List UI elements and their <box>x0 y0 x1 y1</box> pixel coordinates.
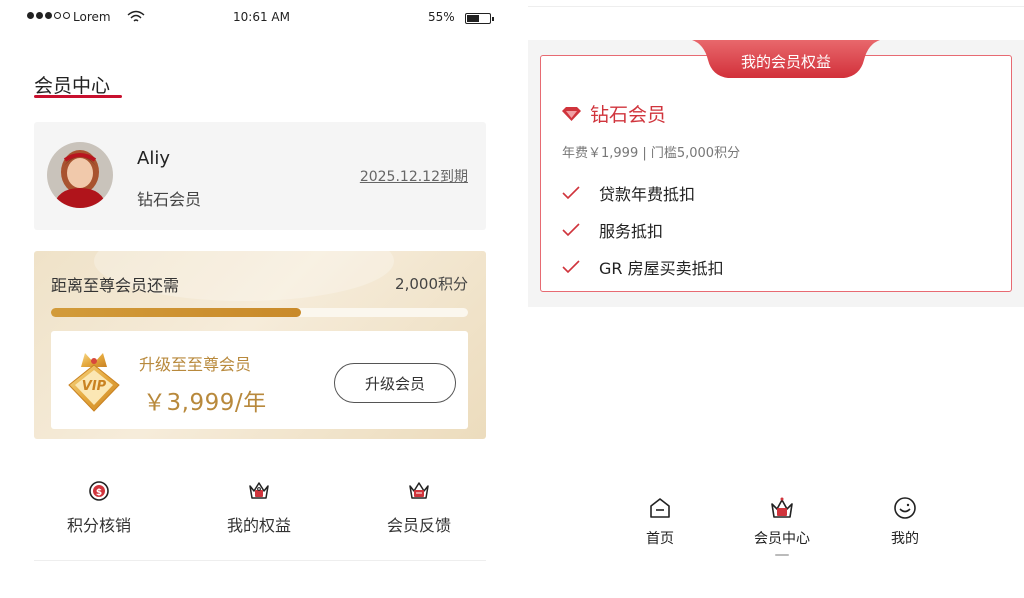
benefit-level: 钻石会员 <box>561 100 666 127</box>
tab-mine[interactable]: 我的 <box>865 495 945 548</box>
benefits-panel: 我的会员权益 钻石会员 年费￥1,999 | 门槛5,000积分 贷款年费抵扣 … <box>528 40 1024 307</box>
avatar[interactable] <box>47 142 113 208</box>
home-icon <box>650 498 670 518</box>
list-item: GR 房屋买卖抵扣 <box>562 248 724 285</box>
upgrade-title: 升级至至尊会员 <box>139 355 252 374</box>
upgrade-offer: VIP 升级至至尊会员 ￥3,999/年 升级会员 <box>51 331 468 429</box>
points-needed: 2,000积分 <box>395 275 468 293</box>
title-underline <box>34 95 122 98</box>
bottom-tab-bar: 首页 会员中心 我的 <box>620 495 950 565</box>
member-center-screen: Lorem 10:61 AM 55% 会员中心 Aliy 钻石会员 2025.1… <box>0 0 512 598</box>
upgrade-card: 距离至尊会员还需 2,000积分 VIP 升级至至尊会员 ￥3,999/年 升级… <box>34 251 486 439</box>
diamond-icon <box>562 106 581 121</box>
signal-strength-icon <box>27 12 70 19</box>
benefit-level-label: 钻石会员 <box>590 104 667 126</box>
upgrade-price: ￥3,999/年 <box>143 390 267 416</box>
quick-action-label: 我的权益 <box>226 516 291 535</box>
carrier-name: Lorem <box>73 10 111 24</box>
active-tab-indicator <box>775 554 789 556</box>
quick-action-label: 积分核销 <box>66 516 131 535</box>
quick-action-points[interactable]: $ 积分核销 <box>49 478 149 536</box>
crown-icon <box>771 497 793 518</box>
benefit-item-label: GR 房屋买卖抵扣 <box>599 258 724 278</box>
quick-action-label: 会员反馈 <box>386 516 451 535</box>
quick-action-benefits[interactable]: 我的权益 <box>209 478 309 536</box>
points-coin-icon: $ <box>89 481 109 501</box>
battery-icon <box>465 13 494 24</box>
check-icon <box>562 222 580 236</box>
upgrade-progress-bar <box>51 308 468 317</box>
divider <box>528 6 1024 7</box>
tab-label: 会员中心 <box>754 531 810 547</box>
quick-action-feedback[interactable]: 会员反馈 <box>369 478 469 536</box>
tab-home[interactable]: 首页 <box>620 495 700 548</box>
benefits-tab-title: 我的会员权益 <box>740 53 831 71</box>
list-item: 贷款年费抵扣 <box>562 174 724 211</box>
status-bar: Lorem 10:61 AM 55% <box>27 10 499 28</box>
battery-percent: 55% <box>428 10 455 24</box>
upgrade-progress-fill <box>51 308 302 317</box>
upgrade-progress-label: 距离至尊会员还需 <box>51 276 180 295</box>
list-item: 服务抵扣 <box>562 211 724 248</box>
expire-date-link[interactable]: 2025.12.12到期 <box>360 166 468 186</box>
member-level: 钻石会员 <box>137 190 202 209</box>
quick-actions: $ 积分核销 我的权益 会员反馈 <box>34 478 486 548</box>
crown-gift-icon <box>249 482 269 499</box>
svg-text:VIP: VIP <box>82 379 107 394</box>
page-title: 会员中心 <box>34 75 111 97</box>
tab-member-center[interactable]: 会员中心 <box>742 495 822 548</box>
benefit-item-label: 服务抵扣 <box>599 221 664 241</box>
clock: 10:61 AM <box>233 10 290 24</box>
check-icon <box>562 185 580 199</box>
profile-card[interactable]: Aliy 钻石会员 2025.12.12到期 <box>34 122 486 230</box>
divider <box>34 560 486 561</box>
benefits-screen: 我的会员权益 钻石会员 年费￥1,999 | 门槛5,000积分 贷款年费抵扣 … <box>512 0 1024 598</box>
benefits-card: 我的会员权益 钻石会员 年费￥1,999 | 门槛5,000积分 贷款年费抵扣 … <box>540 40 1012 292</box>
upgrade-button[interactable]: 升级会员 <box>334 363 456 403</box>
svg-text:$: $ <box>96 488 102 498</box>
user-name: Aliy <box>137 148 170 169</box>
benefit-list: 贷款年费抵扣 服务抵扣 GR 房屋买卖抵扣 <box>562 174 724 285</box>
benefit-fee: 年费￥1,999 | 门槛5,000积分 <box>562 146 741 161</box>
tab-label: 我的 <box>891 531 919 547</box>
wifi-icon <box>127 10 145 22</box>
benefit-item-label: 贷款年费抵扣 <box>599 184 696 204</box>
crown-feedback-icon <box>409 482 429 499</box>
smile-icon <box>894 497 916 519</box>
check-icon <box>562 259 580 273</box>
tab-label: 首页 <box>646 531 674 547</box>
vip-crown-badge-icon: VIP <box>68 353 120 412</box>
